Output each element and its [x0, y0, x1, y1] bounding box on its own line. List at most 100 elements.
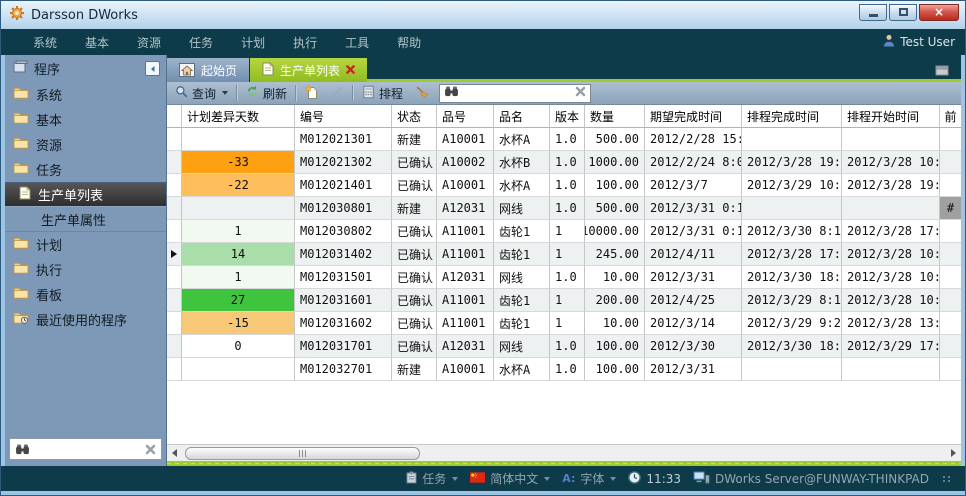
schedule-button[interactable]: 排程 — [358, 83, 407, 104]
menu-item[interactable]: 计划 — [231, 31, 275, 54]
column-header[interactable]: 品名 — [494, 105, 550, 128]
tab-close-icon[interactable] — [346, 63, 355, 77]
user-name: Test User — [900, 35, 955, 49]
cell-status: 已确认 — [392, 220, 437, 243]
cell-id: M012031602 — [295, 312, 392, 335]
sidebar-item[interactable]: 看板 — [5, 282, 166, 307]
cell-sched_start: 2012/3/28 10:52 — [842, 289, 940, 312]
cell-version: 1.0 — [550, 151, 585, 174]
status-clock: 11:33 — [628, 471, 681, 487]
china-flag-icon — [470, 472, 485, 486]
menu-item[interactable]: 执行 — [283, 31, 327, 54]
status-server[interactable]: DWorks Server@FUNWAY-THINKPAD — [693, 471, 929, 487]
pin-panel-icon[interactable] — [935, 61, 949, 80]
broom-icon — [415, 85, 429, 102]
table-row[interactable]: 27M012031601已确认A11001齿轮11200.002012/4/25… — [167, 289, 961, 312]
sidebar-item[interactable]: 任务 — [5, 157, 166, 182]
column-header[interactable]: 期望完成时间 — [645, 105, 742, 128]
table-row[interactable]: 14M012031402已确认A11001齿轮11245.002012/4/11… — [167, 243, 961, 266]
sidebar-item[interactable]: 系统 — [5, 82, 166, 107]
sidebar-item[interactable]: 执行 — [5, 257, 166, 282]
menu-item[interactable]: 基本 — [75, 31, 119, 54]
table-row[interactable]: -33M012021302已确认A10002水杯B1.01000.002012/… — [167, 151, 961, 174]
cell-item_no: A11001 — [437, 312, 494, 335]
column-header[interactable]: 状态 — [392, 105, 437, 128]
cell-id: M012031402 — [295, 243, 392, 266]
cell-sched_start: 2012/3/28 13:40 — [842, 312, 940, 335]
column-header[interactable]: 计划差异天数 — [182, 105, 295, 128]
cell-expected: 2012/3/31 0:10 — [645, 197, 742, 220]
query-button[interactable]: 查询 — [171, 83, 232, 104]
refresh-button[interactable]: 刷新 — [242, 83, 291, 104]
toolbar-search-input[interactable] — [463, 86, 571, 100]
sidebar-item-label: 生产单列表 — [38, 185, 103, 204]
sidebar-item-label: 系统 — [36, 85, 62, 104]
column-header[interactable]: 排程开始时间 — [842, 105, 940, 128]
new-button[interactable] — [301, 83, 323, 104]
table-row[interactable]: 1M012031501已确认A12031网线1.010.002012/3/312… — [167, 266, 961, 289]
cell-diff: 0 — [182, 335, 295, 358]
cell-sched_end: 2012/3/28 19:10 — [742, 151, 842, 174]
cell-item_name: 齿轮1 — [494, 220, 550, 243]
cell-status: 已确认 — [392, 174, 437, 197]
maximize-button[interactable] — [889, 4, 917, 21]
sidebar-item[interactable]: 计划 — [5, 232, 166, 257]
sidebar-item[interactable]: 基本 — [5, 107, 166, 132]
table-row[interactable]: 1M012030802已确认A11001齿轮1110000.002012/3/3… — [167, 220, 961, 243]
cell-sched_end — [742, 197, 842, 220]
tab-active[interactable]: 生产单列表 — [250, 58, 367, 82]
table-row[interactable]: M012021301新建A10001水杯A1.0500.002012/2/28 … — [167, 128, 961, 151]
cell-id: M012021401 — [295, 174, 392, 197]
cell-item_name: 网线 — [494, 266, 550, 289]
table-row[interactable]: 0M012031701已确认A12031网线1.0100.002012/3/30… — [167, 335, 961, 358]
table-row[interactable]: -22M012021401已确认A10001水杯A1.0100.002012/3… — [167, 174, 961, 197]
resize-grip[interactable] — [943, 476, 951, 482]
column-header[interactable]: 前 — [940, 105, 961, 128]
cell-id: M012030802 — [295, 220, 392, 243]
sidebar-item[interactable]: 资源 — [5, 132, 166, 157]
sidebar-search-input[interactable] — [35, 442, 140, 456]
column-header[interactable]: 排程完成时间 — [742, 105, 842, 128]
clean-button[interactable] — [411, 83, 433, 104]
column-header[interactable]: 编号 — [295, 105, 392, 128]
column-header[interactable]: 数量 — [585, 105, 645, 128]
close-button[interactable]: × — [919, 4, 959, 21]
sidebar-item[interactable]: 生产单列表 — [5, 182, 166, 207]
menu-item[interactable]: 系统 — [23, 31, 67, 54]
column-header[interactable]: 版本 — [550, 105, 585, 128]
table-row[interactable]: M012032701新建A10001水杯A1.0100.002012/3/31 — [167, 358, 961, 381]
sidebar-collapse-button[interactable] — [145, 61, 160, 76]
status-task-menu[interactable]: 任务 — [406, 470, 458, 487]
column-header[interactable]: 品号 — [437, 105, 494, 128]
sidebar-item[interactable]: 最近使用的程序 — [5, 307, 166, 332]
toolbar-search-clear-icon[interactable] — [575, 86, 586, 100]
cell-item_no: A12031 — [437, 197, 494, 220]
user-area[interactable]: Test User — [883, 34, 955, 50]
cell-extra — [940, 266, 961, 289]
menu-item[interactable]: 资源 — [127, 31, 171, 54]
menu-item[interactable]: 帮助 — [387, 31, 431, 54]
status-language-menu[interactable]: 简体中文 — [470, 470, 550, 487]
edit-button[interactable] — [327, 83, 348, 103]
column-header[interactable] — [167, 105, 182, 128]
menu-item[interactable]: 工具 — [335, 31, 379, 54]
new-document-icon — [305, 85, 319, 102]
tab-inactive[interactable]: 起始页 — [167, 58, 250, 82]
cell-sched_start: 2012/3/28 19:10 — [842, 174, 940, 197]
scroll-left-arrow[interactable] — [167, 446, 181, 461]
cell-status: 已确认 — [392, 151, 437, 174]
status-font-menu[interactable]: A: 字体 — [562, 470, 616, 487]
sidebar-item[interactable]: 生产单属性 — [5, 207, 166, 232]
table-row[interactable]: -15M012031602已确认A11001齿轮1110.002012/3/14… — [167, 312, 961, 335]
scroll-right-arrow[interactable] — [946, 446, 960, 461]
schedule-label: 排程 — [379, 85, 403, 102]
cell-diff: 1 — [182, 266, 295, 289]
minimize-button[interactable] — [859, 4, 887, 21]
scrollbar-thumb[interactable] — [185, 447, 420, 460]
cell-status: 已确认 — [392, 289, 437, 312]
horizontal-scrollbar[interactable] — [167, 444, 961, 461]
cell-extra — [940, 174, 961, 197]
table-row[interactable]: M012030801新建A12031网线1.0500.002012/3/31 0… — [167, 197, 961, 220]
sidebar-search-clear-icon[interactable] — [145, 440, 156, 459]
menu-item[interactable]: 任务 — [179, 31, 223, 54]
